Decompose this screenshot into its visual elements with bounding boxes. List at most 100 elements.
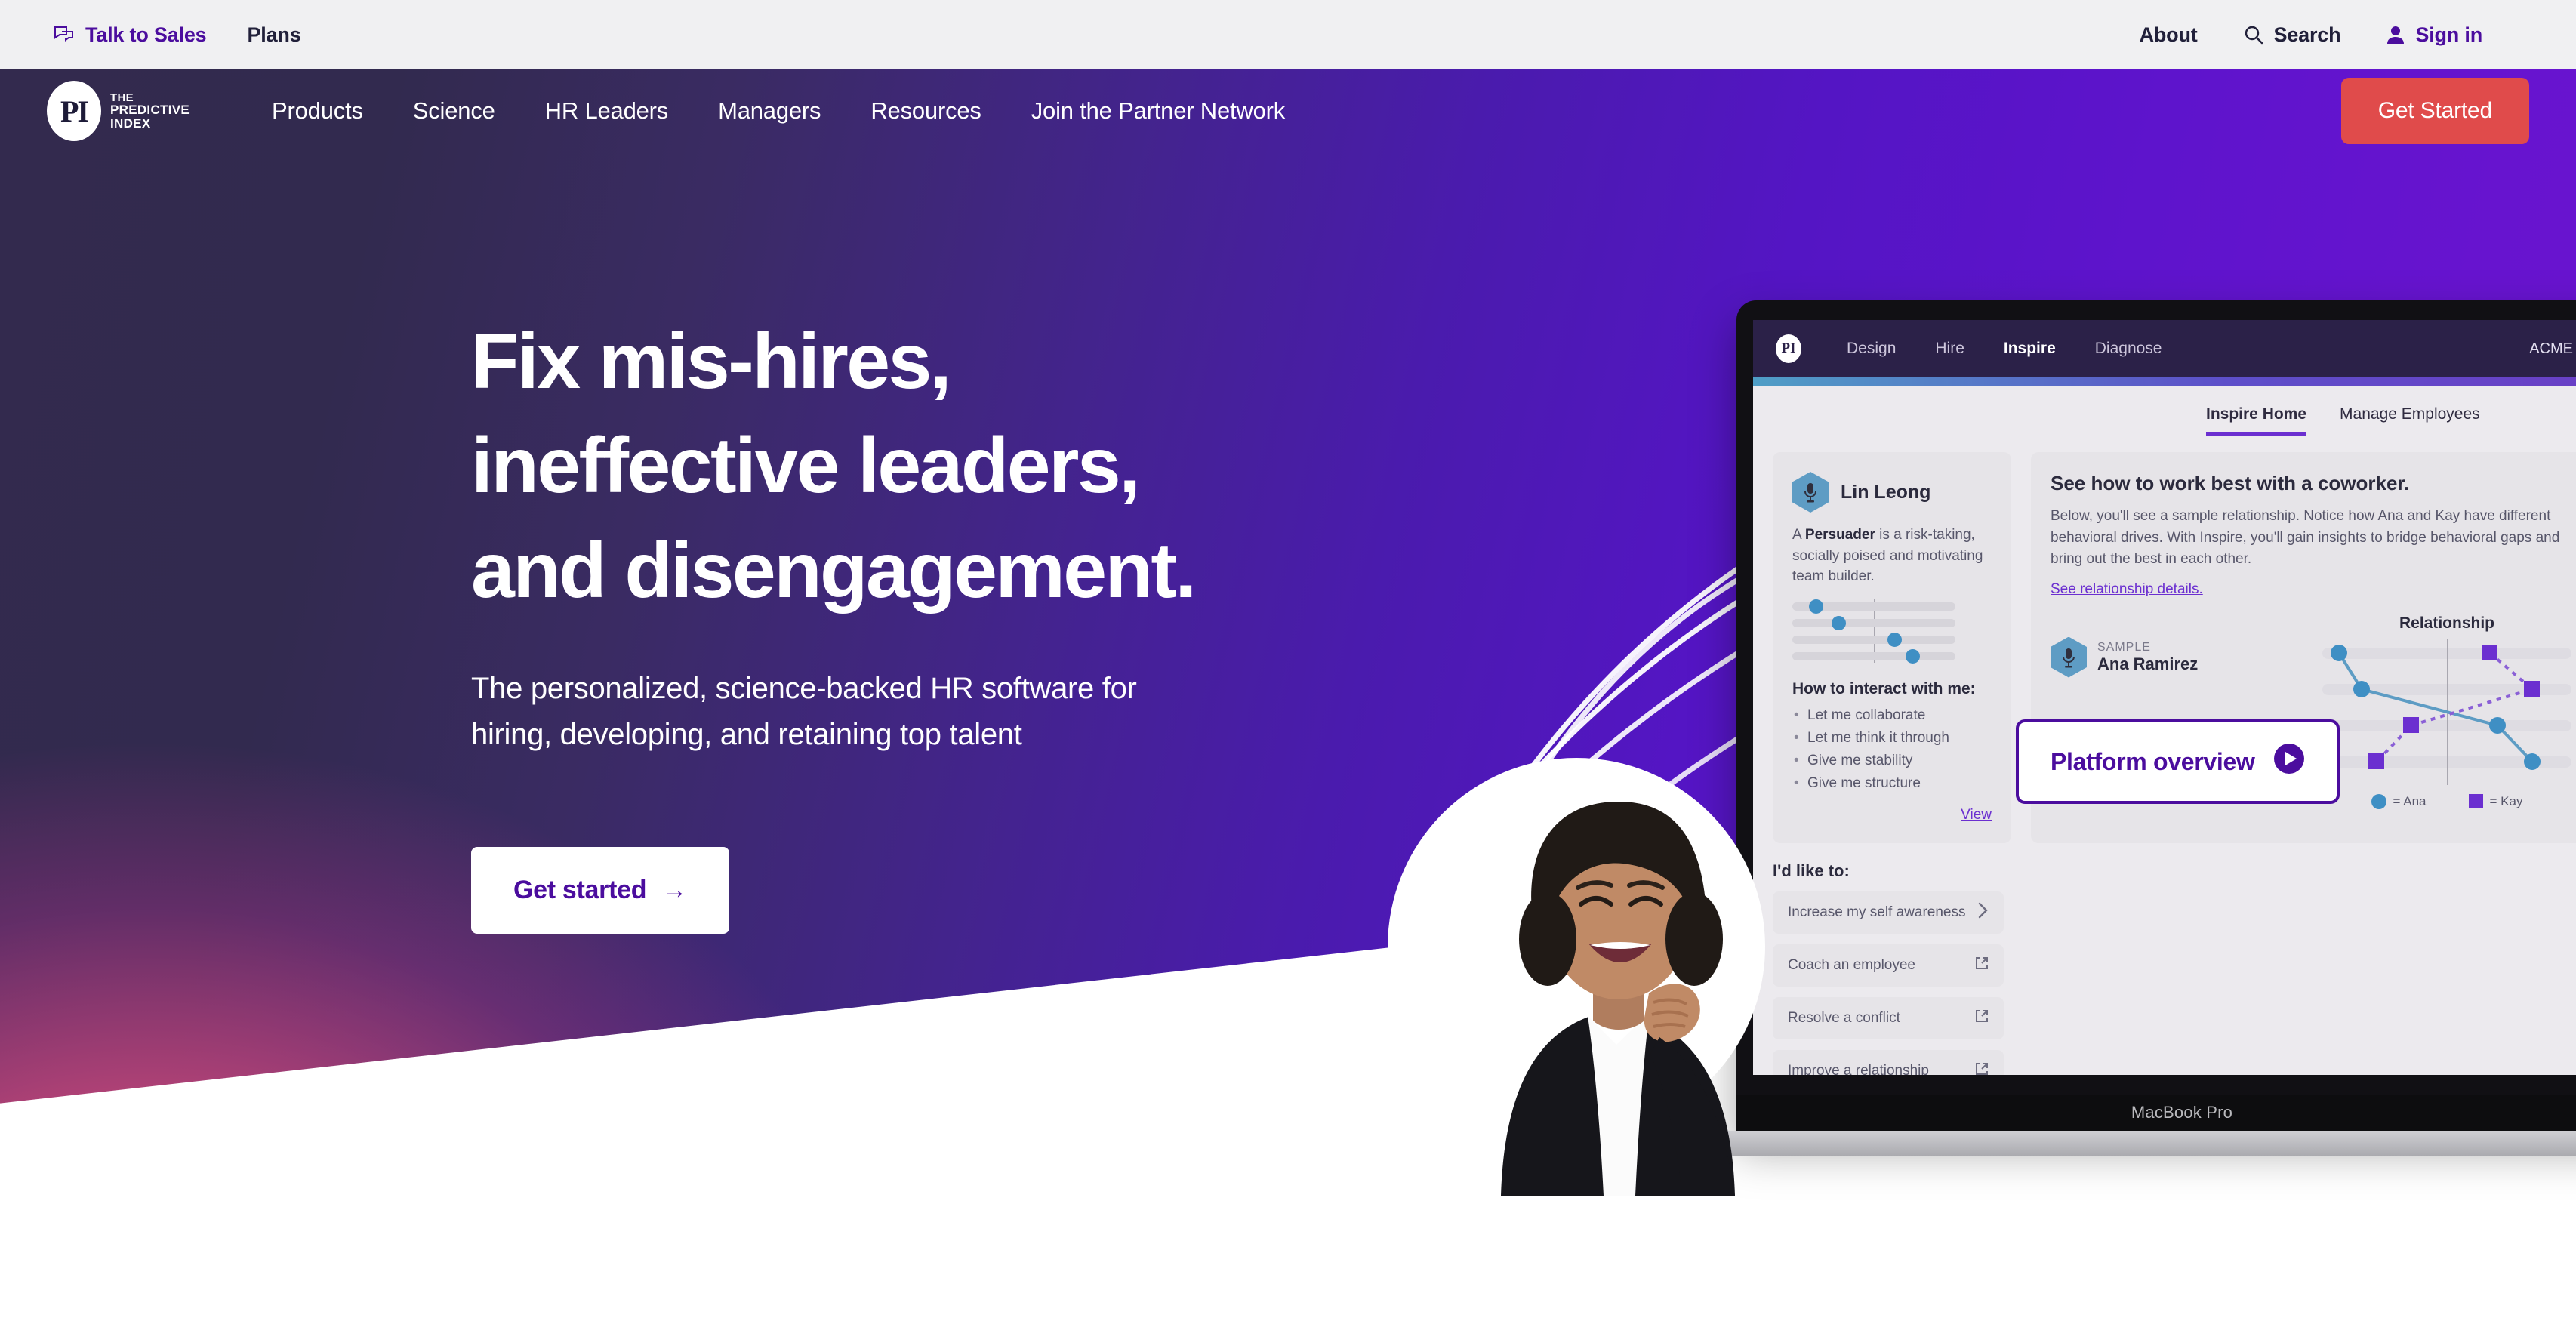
platform-overview-label: Platform overview <box>2051 747 2255 775</box>
app-top-nav: PI Design Hire Inspire Diagnose ACME C <box>1753 320 2576 377</box>
profile-header: Lin Leong <box>1792 472 1992 513</box>
headline-line-1: Fix mis-hires, <box>471 318 952 405</box>
legend-ana: = Ana <box>2371 793 2427 809</box>
app-tabs: Inspire Home Manage Employees <box>1753 386 2576 436</box>
id-like-item-improve-relationship[interactable]: Improve a relationship <box>1773 1049 2004 1075</box>
get-started-hero-label: Get started <box>513 875 647 904</box>
see-relationship-details-link[interactable]: See relationship details. <box>2051 581 2203 598</box>
logo[interactable]: PI THE PREDICTIVE INDEX <box>47 81 190 141</box>
relationship-chart-title: Relationship <box>2399 614 2494 632</box>
logo-word-index: INDEX <box>110 115 151 131</box>
platform-overview-button[interactable]: Platform overview <box>2016 719 2340 804</box>
laptop-screen: PI Design Hire Inspire Diagnose ACME C I… <box>1753 320 2576 1075</box>
search-button[interactable]: Search <box>2243 23 2341 47</box>
id-like-item-coach-employee[interactable]: Coach an employee <box>1773 944 2004 987</box>
id-like-item-self-awareness[interactable]: Increase my self awareness <box>1773 891 2004 934</box>
avatar <box>1501 802 1735 1196</box>
headline-line-3: and disengagement. <box>471 526 1197 614</box>
app-accent-bar <box>1753 377 2576 386</box>
chevron-right-icon <box>1978 902 1989 923</box>
get-started-nav-button[interactable]: Get Started <box>2340 78 2529 144</box>
hero-copy: Fix mis-hires, ineffective leaders, and … <box>471 309 1483 934</box>
how-item: Let me collaborate <box>1792 707 1992 724</box>
how-to-interact-title: How to interact with me: <box>1792 679 1976 697</box>
pattern-dot <box>1832 615 1846 630</box>
relationship-plot <box>2322 638 2571 785</box>
talk-to-sales-link[interactable]: Talk to Sales <box>53 23 207 47</box>
headline-line-2: ineffective leaders, <box>471 422 1141 510</box>
app-nav-diagnose[interactable]: Diagnose <box>2075 340 2182 358</box>
laptop-body: PI Design Hire Inspire Diagnose ACME C I… <box>1736 300 2576 1131</box>
sign-in-label: Sign in <box>2415 23 2482 46</box>
id-like-item-resolve-conflict[interactable]: Resolve a conflict <box>1773 996 2004 1039</box>
nav-item-products[interactable]: Products <box>247 97 388 125</box>
id-like-item-label: Coach an employee <box>1788 956 1915 973</box>
nav-item-science[interactable]: Science <box>388 97 520 125</box>
arrow-right-icon: → <box>661 875 687 904</box>
square-marker-icon <box>2468 794 2483 808</box>
logo-word-predictive: PREDICTIVE <box>110 103 190 118</box>
pattern-row <box>1792 632 1955 647</box>
app-nav-design[interactable]: Design <box>1827 340 1915 358</box>
nav-item-hr-leaders[interactable]: HR Leaders <box>520 97 693 125</box>
sample-profile: SAMPLE Ana Ramirez <box>2051 614 2198 678</box>
utility-bar: Talk to Sales Plans About Search Sign in <box>0 0 2576 69</box>
logo-word-the: THE <box>110 91 134 104</box>
app-nav-inspire[interactable]: Inspire <box>1984 340 2075 358</box>
sample-name: Ana Ramirez <box>2097 654 2199 673</box>
laptop-mockup: PI Design Hire Inspire Diagnose ACME C I… <box>1684 300 2576 1156</box>
external-link-icon <box>1975 956 1989 975</box>
id-like-to-title: I'd like to: <box>1773 861 1850 880</box>
external-link-icon <box>1975 1062 1989 1075</box>
microphone-hexagon-icon <box>1792 472 1829 513</box>
app-org-name: ACME C <box>2529 340 2576 357</box>
id-like-item-label: Resolve a conflict <box>1788 1009 1900 1026</box>
coworker-card-title: See how to work best with a coworker. <box>2051 472 2410 494</box>
sign-in-link[interactable]: Sign in <box>2386 23 2482 47</box>
profile-desc-prefix: A <box>1792 527 1805 543</box>
profile-card: Lin Leong A Persuader is a risk-taking, … <box>1773 452 2011 843</box>
page-title: Fix mis-hires, ineffective leaders, and … <box>471 309 1483 623</box>
user-icon <box>2386 24 2405 45</box>
pattern-row <box>1792 648 1955 664</box>
laptop-base <box>1684 1131 2576 1156</box>
logo-wordmark: THE PREDICTIVE INDEX <box>110 91 190 131</box>
search-icon <box>2243 24 2264 45</box>
relationship-series <box>2331 644 2541 770</box>
pattern-dot <box>1809 599 1823 614</box>
get-started-hero-button[interactable]: Get started → <box>471 846 729 934</box>
behavioral-pattern-chart <box>1792 599 1955 664</box>
nav-item-resources[interactable]: Resources <box>846 97 1006 125</box>
pattern-row <box>1792 615 1955 630</box>
how-item: Give me structure <box>1792 775 1992 792</box>
hero-subhead: The personalized, science-backed HR soft… <box>471 666 1241 758</box>
nav-links: Products Science HR Leaders Managers Res… <box>247 97 1310 125</box>
tab-inspire-home[interactable]: Inspire Home <box>2206 405 2307 436</box>
id-like-to-section: I'd like to: Increase my self awareness … <box>1753 843 2576 1075</box>
tab-manage-employees[interactable]: Manage Employees <box>2340 405 2480 436</box>
legend-ana-label: = Ana <box>2393 793 2427 808</box>
pattern-dot <box>1887 632 1902 647</box>
legend-kay-label: = Kay <box>2489 793 2523 808</box>
logo-monogram: PI <box>47 81 101 141</box>
app-nav-hire[interactable]: Hire <box>1915 340 1984 358</box>
id-like-item-label: Improve a relationship <box>1788 1062 1929 1075</box>
circle-marker-icon <box>2371 793 2386 809</box>
id-like-item-label: Increase my self awareness <box>1788 904 1966 920</box>
legend-kay: = Kay <box>2468 793 2523 809</box>
plans-link[interactable]: Plans <box>247 23 300 47</box>
chat-bubbles-icon <box>53 25 75 45</box>
about-label: About <box>2139 23 2198 46</box>
utility-bar-right: About Search Sign in <box>2140 23 2529 47</box>
profile-name: Lin Leong <box>1841 481 1931 503</box>
nav-item-join-partner-network[interactable]: Join the Partner Network <box>1006 97 1310 125</box>
how-item: Let me think it through <box>1792 730 1992 747</box>
nav-item-managers[interactable]: Managers <box>693 97 846 125</box>
utility-bar-left: Talk to Sales Plans <box>47 23 301 47</box>
talk-to-sales-label: Talk to Sales <box>85 23 207 46</box>
about-link[interactable]: About <box>2140 23 2198 47</box>
pattern-dot <box>1906 648 1920 664</box>
relationship-chart: Relationship = Ana = Kay <box>2322 614 2571 809</box>
view-link[interactable]: View <box>1792 807 1992 824</box>
how-to-interact-list: Let me collaborate Let me think it throu… <box>1792 707 1992 792</box>
